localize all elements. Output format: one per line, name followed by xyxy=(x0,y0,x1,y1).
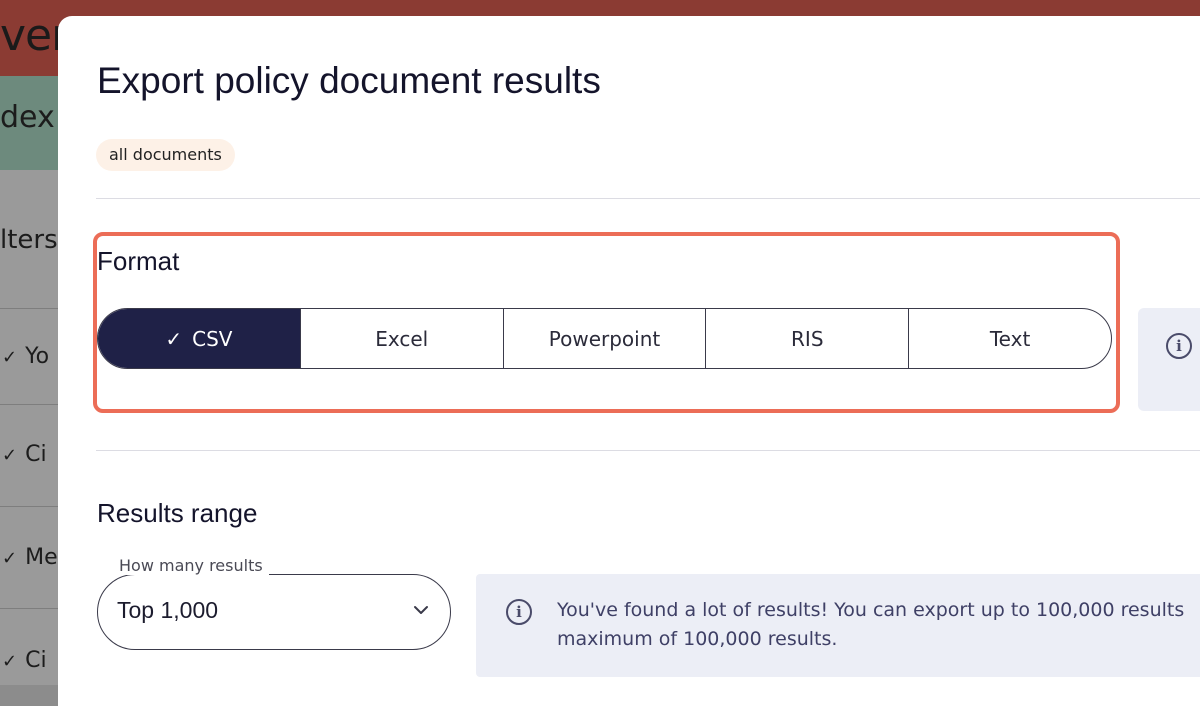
background-filter-row: ✓ Yo xyxy=(2,344,50,369)
check-icon: ✓ xyxy=(2,445,18,466)
format-option-powerpoint[interactable]: Powerpoint xyxy=(502,309,706,368)
background-filter-row: ✓ Me xyxy=(2,545,58,570)
check-icon: ✓ xyxy=(2,651,18,672)
format-option-label: Powerpoint xyxy=(548,326,661,351)
results-count-value: Top 1,000 xyxy=(117,597,219,623)
check-icon: ✓ xyxy=(2,548,18,569)
info-icon: i xyxy=(1166,333,1192,359)
export-modal: Export policy document results all docum… xyxy=(58,16,1200,706)
format-option-text[interactable]: Text xyxy=(908,309,1111,368)
modal-title: Export policy document results xyxy=(97,60,601,101)
background-band-text: dex xyxy=(0,100,55,135)
format-selector: ✓ CSV Excel Powerpoint RIS Text xyxy=(97,308,1112,369)
chevron-down-icon xyxy=(414,606,428,614)
results-count-label: How many results xyxy=(113,556,269,575)
check-icon: ✓ xyxy=(2,347,18,368)
results-range-heading: Results range xyxy=(97,498,258,528)
results-count-select[interactable]: How many results Top 1,000 xyxy=(97,556,451,650)
background-filter-row: ✓ Ci xyxy=(2,442,47,467)
divider xyxy=(96,450,1200,451)
background-filters-label: lters xyxy=(0,225,58,255)
info-icon: i xyxy=(506,599,532,625)
results-info-line: You've found a lot of results! You can e… xyxy=(557,599,1185,621)
format-option-label: Excel xyxy=(375,326,429,351)
check-icon: ✓ xyxy=(165,326,183,351)
format-option-label: CSV xyxy=(192,326,233,351)
background-divider xyxy=(0,608,60,609)
results-info-text: You've found a lot of results! You can e… xyxy=(557,596,1200,654)
background-divider xyxy=(0,308,60,309)
background-divider xyxy=(0,506,60,507)
results-info-line: maximum of 100,000 results. xyxy=(557,628,838,650)
background-filter-row: ✓ Ci xyxy=(2,648,47,673)
format-option-excel[interactable]: Excel xyxy=(299,309,503,368)
divider xyxy=(96,198,1200,199)
scope-chip: all documents xyxy=(96,139,235,171)
format-heading: Format xyxy=(97,246,180,276)
format-option-label: RIS xyxy=(791,326,824,351)
format-option-label: Text xyxy=(989,326,1031,351)
results-info-banner: i You've found a lot of results! You can… xyxy=(476,574,1200,677)
format-option-ris[interactable]: RIS xyxy=(705,309,908,368)
background-divider xyxy=(0,404,60,405)
format-option-csv[interactable]: ✓ CSV xyxy=(98,309,300,368)
format-info-box: i xyxy=(1138,308,1200,411)
